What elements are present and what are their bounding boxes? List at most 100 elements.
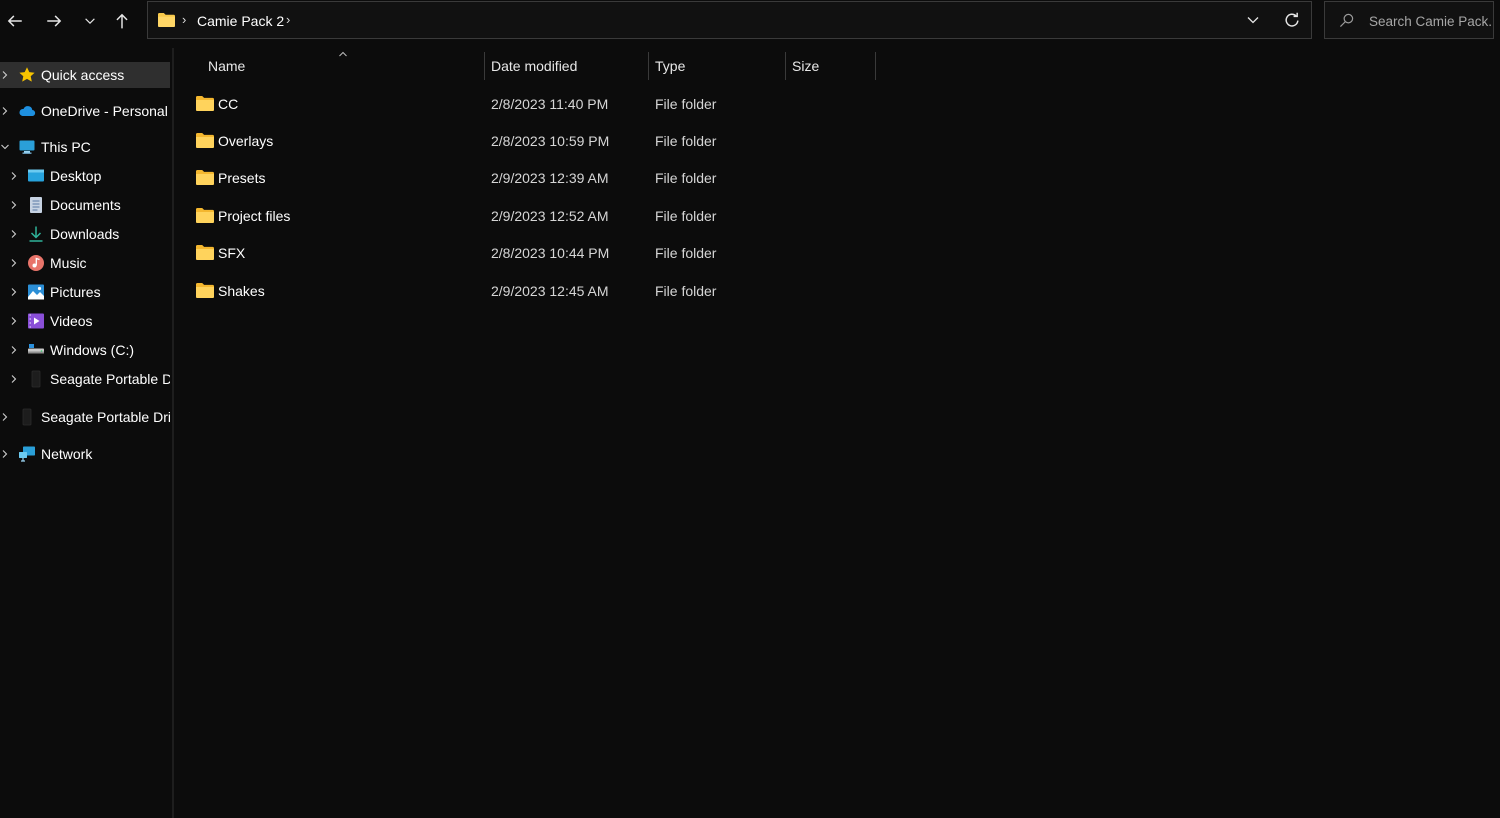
document-icon <box>30 197 42 213</box>
sidebar-item-label: Videos <box>50 313 93 329</box>
folder-icon <box>196 133 214 148</box>
breadcrumb-separator[interactable]: › <box>286 12 290 27</box>
cloud-icon <box>19 106 36 117</box>
file-row[interactable]: Presets 2/9/2023 12:39 AM File folder <box>190 160 880 196</box>
sidebar-item-downloads[interactable]: Downloads <box>0 221 170 247</box>
sidebar-item-network[interactable]: Network <box>0 441 170 467</box>
file-date-modified: 2/9/2023 12:39 AM <box>491 170 609 186</box>
sidebar-item-label: OneDrive - Personal <box>41 103 168 119</box>
sidebar-item-this-pc[interactable]: This PC <box>0 134 170 160</box>
file-date-modified: 2/8/2023 11:40 PM <box>491 96 609 112</box>
folder-icon <box>196 283 214 298</box>
column-header-name[interactable]: Name <box>201 50 484 82</box>
chevron-right-icon[interactable] <box>9 345 19 355</box>
column-header-date-modified[interactable]: Date modified <box>484 50 648 82</box>
column-header-type[interactable]: Type <box>648 50 785 82</box>
chevron-down-icon[interactable] <box>0 142 10 152</box>
picture-icon <box>28 284 44 300</box>
file-date-modified: 2/9/2023 12:52 AM <box>491 208 609 224</box>
file-type: File folder <box>655 283 717 299</box>
sidebar-item-label: Windows (C:) <box>50 342 135 358</box>
breadcrumb-separator[interactable]: › <box>182 12 186 27</box>
address-bar[interactable]: › Camie Pack 2 › <box>147 1 1312 39</box>
chevron-right-icon[interactable] <box>0 106 10 116</box>
file-row[interactable]: SFX 2/8/2023 10:44 PM File folder <box>190 235 880 271</box>
file-name[interactable]: Presets <box>218 170 265 186</box>
column-header-size[interactable]: Size <box>785 50 875 82</box>
sidebar-item-videos[interactable]: Videos <box>0 308 170 334</box>
sidebar-item-label: Music <box>50 255 87 271</box>
external-drive-icon <box>22 408 32 426</box>
chevron-right-icon[interactable] <box>9 171 19 181</box>
chevron-right-icon[interactable] <box>0 70 10 80</box>
arrow-up-icon <box>116 13 128 29</box>
chevron-right-icon[interactable] <box>9 374 19 384</box>
address-history-chevron-icon[interactable] <box>1245 12 1261 28</box>
file-name[interactable]: CC <box>218 96 238 112</box>
file-type: File folder <box>655 245 717 261</box>
sidebar-item-desktop[interactable]: Desktop <box>0 163 170 189</box>
sidebar-item-seagate-portable-drive[interactable]: Seagate Portable Drive <box>0 404 170 430</box>
file-date-modified: 2/8/2023 10:59 PM <box>491 133 610 149</box>
chevron-right-icon[interactable] <box>0 449 10 459</box>
sidebar-item-label: Pictures <box>50 284 101 300</box>
sidebar-item-label: Documents <box>50 197 121 213</box>
sidebar-item-documents[interactable]: Documents <box>0 192 170 218</box>
chevron-right-icon[interactable] <box>9 200 19 210</box>
file-row[interactable]: Project files 2/9/2023 12:52 AM File folde… <box>190 198 880 234</box>
folder-icon <box>196 208 214 223</box>
sidebar-item-label: This PC <box>41 139 91 155</box>
column-resize-handle[interactable] <box>875 52 876 80</box>
recent-locations-button[interactable] <box>75 6 105 36</box>
pane-divider[interactable] <box>172 48 174 818</box>
chevron-right-icon[interactable] <box>0 412 10 422</box>
sidebar-item-label: Quick access <box>41 67 125 83</box>
file-row[interactable]: Overlays 2/8/2023 10:59 PM File folder <box>190 123 880 159</box>
arrow-left-icon <box>7 15 22 27</box>
chevron-right-icon[interactable] <box>9 287 19 297</box>
file-type: File folder <box>655 208 717 224</box>
chevron-right-icon[interactable] <box>9 258 19 268</box>
sidebar-item-label: Network <box>41 446 93 462</box>
back-button[interactable] <box>0 6 30 36</box>
sidebar-item-seagate-portable-drive[interactable]: Seagate Portable Drive <box>0 366 170 392</box>
file-name[interactable]: SFX <box>218 245 245 261</box>
sidebar-item-label: Downloads <box>50 226 120 242</box>
file-type: File folder <box>655 133 717 149</box>
forward-button[interactable] <box>39 6 69 36</box>
download-icon <box>29 226 43 242</box>
column-headers: Name Date modified Type Size <box>174 50 894 82</box>
search-icon <box>1339 13 1354 28</box>
sidebar-item-label: Seagate Portable Drive <box>50 371 170 387</box>
drive-icon <box>28 344 44 354</box>
file-name[interactable]: Project files <box>218 208 290 224</box>
search-box[interactable] <box>1324 1 1494 39</box>
monitor-icon <box>19 140 35 154</box>
refresh-icon[interactable] <box>1283 11 1301 29</box>
folder-icon <box>196 96 214 111</box>
file-row[interactable]: Shakes 2/9/2023 12:45 AM File folder <box>190 273 880 309</box>
sidebar-item-windows-c[interactable]: Windows (C:) <box>0 337 170 363</box>
file-row[interactable]: CC 2/8/2023 11:40 PM File folder <box>190 86 880 122</box>
chevron-right-icon[interactable] <box>9 316 19 326</box>
file-type: File folder <box>655 96 717 112</box>
folder-icon <box>158 13 175 27</box>
file-name[interactable]: Overlays <box>218 133 273 149</box>
search-input[interactable] <box>1369 10 1491 32</box>
music-icon <box>28 255 44 271</box>
chevron-right-icon[interactable] <box>9 229 19 239</box>
folder-icon <box>196 170 214 185</box>
sidebar-item-music[interactable]: Music <box>0 250 170 276</box>
sidebar-item-pictures[interactable]: Pictures <box>0 279 170 305</box>
breadcrumb-camie-pack-2[interactable]: Camie Pack 2 <box>197 13 284 29</box>
sidebar-item-label: Desktop <box>50 168 102 184</box>
sidebar-item-onedrive[interactable]: OneDrive - Personal <box>0 98 170 124</box>
desktop-icon <box>28 169 44 182</box>
chevron-down-icon <box>85 18 95 24</box>
file-name[interactable]: Shakes <box>218 283 265 299</box>
sidebar-item-quick-access[interactable]: Quick access <box>0 62 170 88</box>
video-icon <box>28 313 44 329</box>
folder-icon <box>196 245 214 260</box>
arrow-right-icon <box>47 15 62 27</box>
up-button[interactable] <box>107 6 137 36</box>
